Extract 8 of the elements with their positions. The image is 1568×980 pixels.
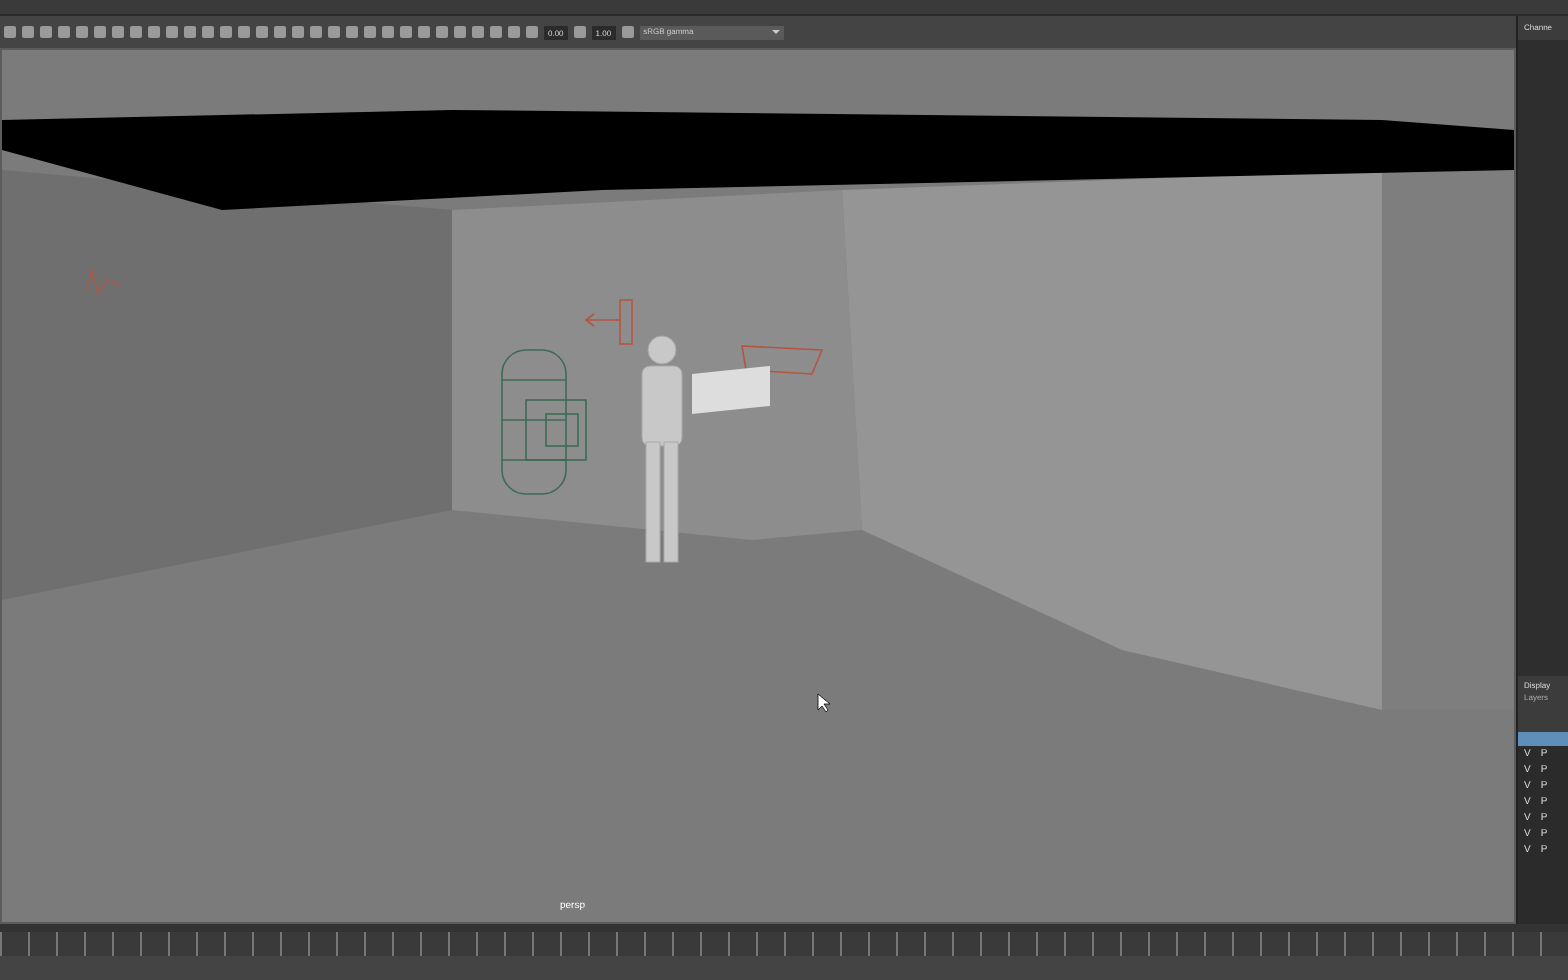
layer-header xyxy=(1518,732,1568,746)
area-light-drawing xyxy=(692,345,824,414)
light-gizmo-drawing xyxy=(584,299,633,345)
toolbar-icon[interactable] xyxy=(621,26,634,38)
toolbar-icon[interactable] xyxy=(573,26,586,38)
mouse-cursor-icon xyxy=(817,693,831,713)
caret-icon xyxy=(771,30,780,34)
locator-drawing xyxy=(85,267,123,296)
